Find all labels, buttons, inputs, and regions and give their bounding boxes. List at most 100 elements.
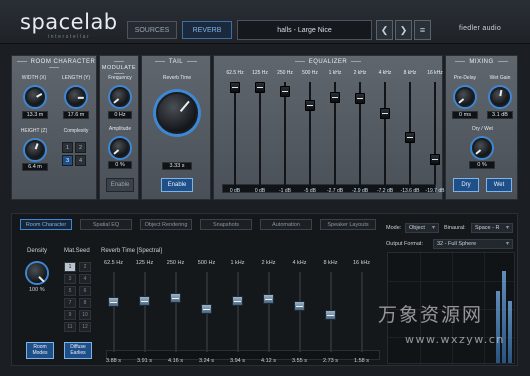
rt-band-value[interactable]: 4.16 s	[160, 358, 191, 364]
rt-band-value[interactable]: 3.94 s	[222, 358, 253, 364]
eq-slider-track[interactable]	[259, 82, 261, 185]
rt-band-value[interactable]: 3.24 s	[191, 358, 222, 364]
rt-slider-handle[interactable]	[232, 296, 243, 307]
modulate-enable-button[interactable]: Enable	[106, 178, 134, 192]
tab-room-character[interactable]: Room Character	[20, 219, 72, 230]
density-value[interactable]: 100 %	[29, 287, 45, 293]
tab-spatial-eq[interactable]: Spatial EQ	[80, 219, 132, 230]
preset-name-display[interactable]: halls - Large Nice	[237, 20, 372, 40]
eq-slider-handle[interactable]	[280, 85, 290, 97]
rt-slider-track[interactable]	[144, 272, 146, 352]
eq-band-value[interactable]: 0 dB	[222, 188, 248, 195]
tab-speaker-layouts[interactable]: Speaker Layouts	[320, 219, 376, 230]
eq-slider-track[interactable]	[434, 82, 436, 185]
rt-slider-track[interactable]	[361, 272, 363, 352]
amplitude-knob[interactable]	[110, 138, 130, 158]
rt-slider-handle[interactable]	[201, 304, 212, 315]
seed-option-5[interactable]: 5	[64, 286, 76, 296]
seed-option-3[interactable]: 3	[64, 274, 76, 284]
prev-preset-button[interactable]: ❮	[376, 20, 393, 40]
drywet-value[interactable]: 0 %	[469, 161, 495, 169]
rt-slider-track[interactable]	[268, 272, 270, 352]
room-modes-button[interactable]: Room Modes	[26, 342, 54, 359]
width-value[interactable]: 13.3 m	[22, 111, 48, 119]
reverb-time-value[interactable]: 3.33 s	[162, 162, 192, 170]
eq-band-value[interactable]: -5 dB	[297, 188, 323, 195]
eq-slider-handle[interactable]	[405, 131, 415, 143]
length-knob[interactable]	[66, 87, 86, 107]
binaural-dropdown[interactable]: Space - R	[471, 223, 513, 233]
rt-slider-track[interactable]	[299, 272, 301, 352]
eq-slider-handle[interactable]	[255, 82, 265, 93]
seed-option-9[interactable]: 9	[64, 310, 76, 320]
height-value[interactable]: 6.4 m	[22, 163, 48, 171]
reverb-time-knob[interactable]	[156, 92, 198, 134]
reverb-button[interactable]: REVERB	[182, 21, 232, 39]
rt-slider-handle[interactable]	[263, 293, 274, 304]
seed-option-2[interactable]: 2	[79, 262, 91, 272]
rt-slider-track[interactable]	[113, 272, 115, 352]
wet-button[interactable]: Wet	[486, 178, 512, 192]
wetgain-knob[interactable]	[490, 87, 510, 107]
seed-option-6[interactable]: 6	[79, 286, 91, 296]
eq-band-value[interactable]: -2.9 dB	[347, 188, 373, 195]
eq-slider-handle[interactable]	[355, 92, 365, 104]
frequency-value[interactable]: 0 Hz	[108, 111, 132, 119]
eq-slider-track[interactable]	[384, 82, 386, 185]
eq-slider-track[interactable]	[234, 82, 236, 185]
rt-slider-handle[interactable]	[325, 310, 336, 321]
tail-enable-button[interactable]: Enable	[161, 178, 193, 192]
eq-slider-handle[interactable]	[430, 154, 440, 166]
drywet-knob[interactable]	[472, 138, 492, 158]
next-preset-button[interactable]: ❯	[395, 20, 412, 40]
wetgain-value[interactable]: 3.1 dB	[487, 111, 513, 119]
seed-option-10[interactable]: 10	[79, 310, 91, 320]
rt-band-value[interactable]: 3.55 s	[284, 358, 315, 364]
width-knob[interactable]	[25, 87, 45, 107]
eq-slider-handle[interactable]	[380, 108, 390, 120]
output-format-dropdown[interactable]: 32 - Full Sphere	[433, 239, 513, 249]
complexity-option-1[interactable]: 1	[62, 142, 73, 153]
rt-slider-track[interactable]	[175, 272, 177, 352]
predelay-knob[interactable]	[455, 87, 475, 107]
rt-band-value[interactable]: 4.12 s	[253, 358, 284, 364]
rt-band-value[interactable]: 3.91 s	[129, 358, 160, 364]
eq-slider-handle[interactable]	[230, 82, 240, 93]
diffuse-earlies-button[interactable]: Diffuse Earlies	[64, 342, 92, 359]
eq-band-value[interactable]: -2.7 dB	[322, 188, 348, 195]
eq-band-value[interactable]: -7.2 dB	[372, 188, 398, 195]
complexity-option-4[interactable]: 4	[75, 155, 86, 166]
tab-automation[interactable]: Automation	[260, 219, 312, 230]
eq-slider-handle[interactable]	[330, 91, 340, 103]
dry-button[interactable]: Dry	[453, 178, 479, 192]
mode-dropdown[interactable]: Object	[405, 223, 439, 233]
rt-band-value[interactable]: 3.88 s	[98, 358, 129, 364]
tab-snapshots[interactable]: Snapshots	[200, 219, 252, 230]
length-value[interactable]: 17.6 m	[63, 111, 89, 119]
eq-slider-track[interactable]	[284, 82, 286, 185]
predelay-value[interactable]: 0 ms	[452, 111, 478, 119]
seed-option-11[interactable]: 11	[64, 322, 76, 332]
amplitude-value[interactable]: 0 %	[108, 161, 132, 169]
seed-option-4[interactable]: 4	[79, 274, 91, 284]
rt-band-value[interactable]: 1.58 s	[346, 358, 377, 364]
eq-band-value[interactable]: -1 dB	[272, 188, 298, 195]
sources-button[interactable]: SOURCES	[127, 21, 177, 39]
rt-band-value[interactable]: 2.73 s	[315, 358, 346, 364]
preset-menu-button[interactable]: ≡	[414, 20, 431, 40]
complexity-option-3[interactable]: 3	[62, 155, 73, 166]
complexity-option-2[interactable]: 2	[75, 142, 86, 153]
rt-slider-handle[interactable]	[294, 300, 305, 311]
eq-slider-track[interactable]	[309, 82, 311, 185]
eq-slider-handle[interactable]	[305, 100, 315, 112]
tab-object-rendering[interactable]: Object Rendering	[140, 219, 192, 230]
eq-band-value[interactable]: 0 dB	[247, 188, 273, 195]
eq-band-value[interactable]: -13.6 dB	[397, 188, 423, 195]
seed-option-7[interactable]: 7	[64, 298, 76, 308]
rt-slider-handle[interactable]	[108, 296, 119, 307]
seed-option-8[interactable]: 8	[79, 298, 91, 308]
density-knob[interactable]	[27, 263, 47, 283]
seed-option-12[interactable]: 12	[79, 322, 91, 332]
height-knob[interactable]	[25, 140, 45, 160]
frequency-knob[interactable]	[110, 87, 130, 107]
